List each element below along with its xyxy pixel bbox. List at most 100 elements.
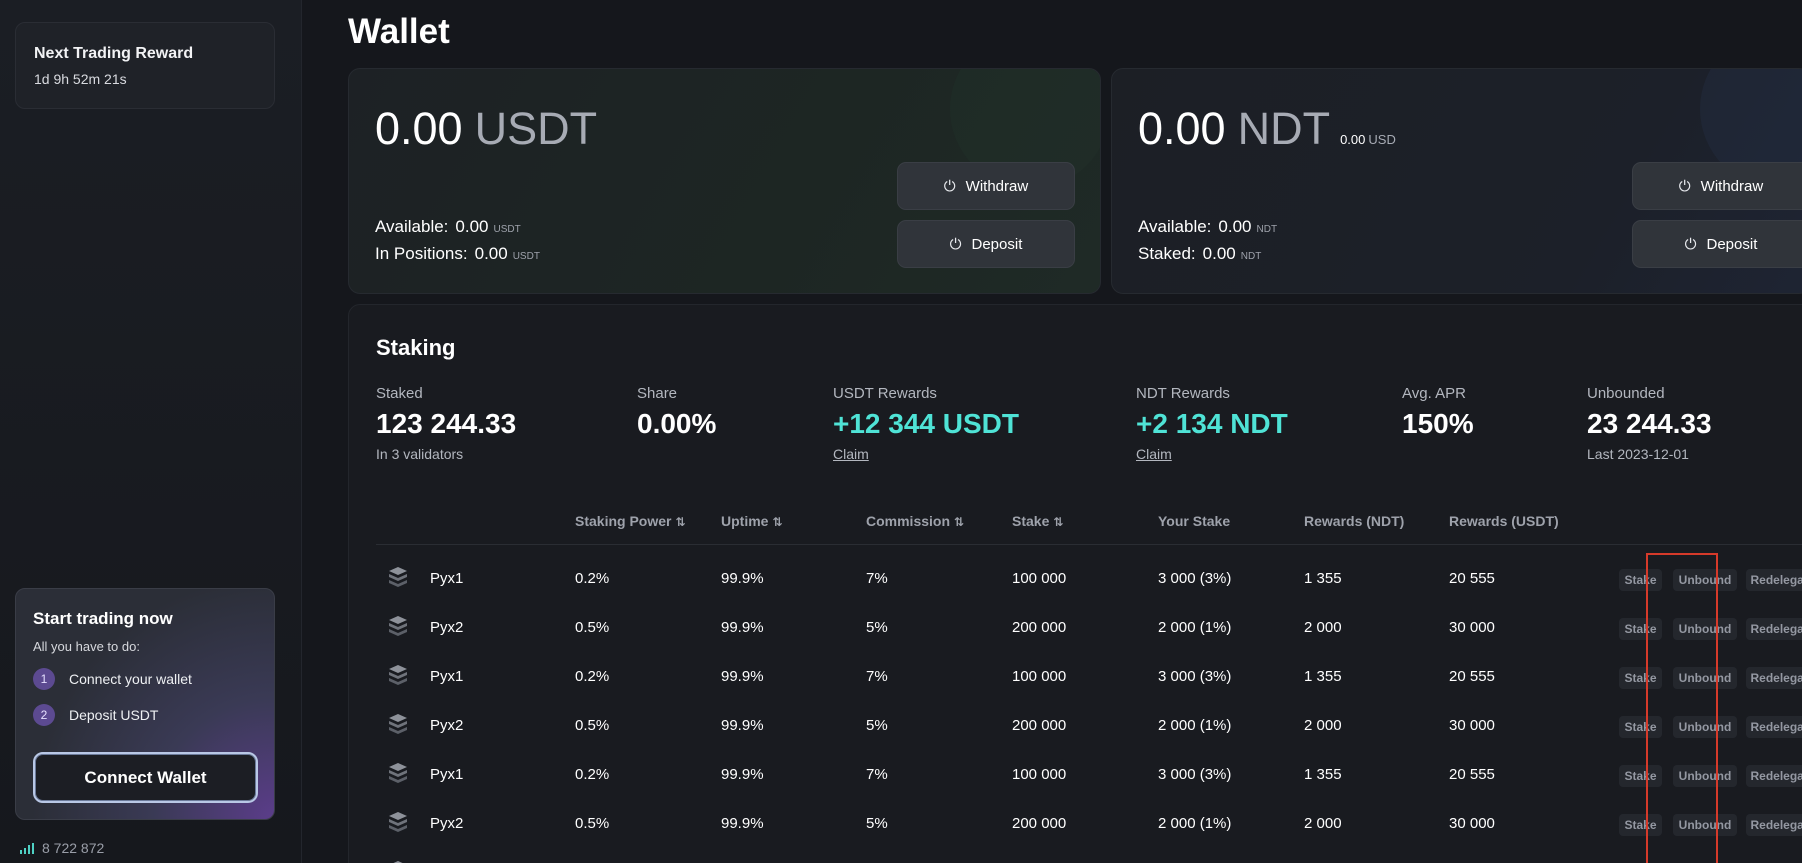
table-row: Pyx1 0.2% 99.9% 7% 100 000 3 000 (3%) 1 … (376, 849, 1802, 863)
ndt-usd-unit: USD (1368, 132, 1396, 147)
uptime-cell: 99.9% (721, 717, 764, 734)
ndt-withdraw-button[interactable]: ⏻ Withdraw (1632, 162, 1802, 210)
rewards-ndt-cell: 2 000 (1304, 619, 1342, 636)
stat-label: NDT Rewards (1136, 385, 1230, 402)
ndt-available-line: Available: 0.00 NDT (1138, 217, 1277, 237)
rewards-usdt-cell: 30 000 (1449, 619, 1495, 636)
block-height-indicator: 8 722 872 (20, 840, 104, 856)
sort-icon: ⇅ (772, 515, 783, 529)
stat-value: 123 244.33 (376, 408, 517, 439)
rewards-ndt-cell: 1 355 (1304, 668, 1342, 685)
stat-staked: Staked 123 244.33 In 3 validators (376, 385, 516, 462)
unbound-button[interactable]: Unbound (1673, 667, 1737, 689)
stat-label: Staked (376, 385, 423, 402)
unbound-button[interactable]: Unbound (1673, 716, 1737, 738)
stake-button[interactable]: Stake (1619, 667, 1662, 689)
stake-button[interactable]: Stake (1619, 569, 1662, 591)
available-label: Available: (375, 217, 449, 236)
usdt-deposit-button[interactable]: ⏻ Deposit (897, 220, 1075, 268)
redelegate-button[interactable]: Redelegate (1746, 667, 1802, 689)
stake-button[interactable]: Stake (1619, 814, 1662, 836)
stat-value: +12 344 USDT (833, 408, 1019, 439)
unbound-button[interactable]: Unbound (1673, 765, 1737, 787)
stat-value: +2 134 NDT (1136, 408, 1288, 439)
staked-label: Staked: (1138, 244, 1196, 263)
your-stake-cell: 3 000 (3%) (1158, 668, 1232, 685)
column-label: Uptime (721, 513, 769, 529)
staking-power-cell: 0.5% (575, 619, 610, 636)
claim-ndt-link[interactable]: Claim (1136, 446, 1288, 462)
stat-value: 0.00% (637, 408, 717, 439)
stake-button[interactable]: Stake (1619, 765, 1662, 787)
validator-name: Pyx2 (430, 717, 464, 734)
step-connect-wallet: 1 Connect your wallet (33, 668, 257, 690)
rewards-usdt-cell: 20 555 (1449, 766, 1495, 783)
redelegate-button[interactable]: Redelegate (1746, 569, 1802, 591)
column-header-staking-power[interactable]: Staking Power ⇅ (575, 513, 686, 529)
redelegate-button[interactable]: Redelegate (1746, 618, 1802, 640)
staking-power-cell: 0.2% (575, 570, 610, 587)
rewards-ndt-cell: 2 000 (1304, 717, 1342, 734)
column-header-uptime[interactable]: Uptime ⇅ (721, 513, 783, 529)
table-row: Pyx2 0.5% 99.9% 5% 200 000 2 000 (1%) 2 … (376, 604, 1802, 653)
redelegate-button[interactable]: Redelegate (1746, 814, 1802, 836)
staking-power-cell: 0.5% (575, 815, 610, 832)
ndt-deposit-button[interactable]: ⏻ Deposit (1632, 220, 1802, 268)
commission-cell: 7% (866, 766, 888, 783)
start-trading-title: Start trading now (33, 609, 173, 628)
table-row: Pyx1 0.2% 99.9% 7% 100 000 3 000 (3%) 1 … (376, 653, 1802, 702)
stat-unbounded: Unbounded 23 244.33 Last 2023-12-01 (1587, 385, 1712, 462)
your-stake-cell: 2 000 (1%) (1158, 717, 1232, 734)
usdt-unit: USDT (474, 103, 598, 154)
stake-button[interactable]: Stake (1619, 618, 1662, 640)
table-row: Pyx1 0.2% 99.9% 7% 100 000 3 000 (3%) 1 … (376, 555, 1802, 604)
unbound-button[interactable]: Unbound (1673, 618, 1737, 640)
usdt-withdraw-button[interactable]: ⏻ Withdraw (897, 162, 1075, 210)
ndt-unit: NDT (1237, 103, 1331, 154)
stat-ndt-rewards: NDT Rewards +2 134 NDT Claim (1136, 385, 1288, 462)
stake-cell: 100 000 (1012, 766, 1067, 783)
staked-value: 0.00 (1202, 244, 1236, 263)
staking-power-cell: 0.5% (575, 717, 610, 734)
rewards-ndt-cell: 1 355 (1304, 570, 1342, 587)
sort-icon: ⇅ (954, 515, 965, 529)
staked-unit: NDT (1240, 251, 1262, 262)
trading-reward-card: Next Trading Reward 1d 9h 52m 21s (15, 22, 275, 109)
stat-share: Share 0.00% (637, 385, 716, 440)
available-label: Available: (1138, 217, 1212, 236)
stake-cell: 200 000 (1012, 815, 1067, 832)
commission-cell: 5% (866, 619, 888, 636)
commission-cell: 7% (866, 570, 888, 587)
redelegate-button[interactable]: Redelegate (1746, 765, 1802, 787)
redelegate-button[interactable]: Redelegate (1746, 716, 1802, 738)
column-header-commission[interactable]: Commission ⇅ (866, 513, 964, 529)
ndt-usd-amount: 0.00 (1340, 132, 1366, 147)
unbound-button[interactable]: Unbound (1673, 814, 1737, 836)
stat-label: Share (637, 385, 678, 402)
unbound-button[interactable]: Unbound (1673, 569, 1737, 591)
column-header-stake[interactable]: Stake ⇅ (1012, 513, 1063, 529)
ndt-amount: 0.00 (1138, 103, 1226, 154)
sidebar: Next Trading Reward 1d 9h 52m 21s Start … (0, 0, 302, 863)
uptime-cell: 99.9% (721, 766, 764, 783)
stake-cell: 100 000 (1012, 668, 1067, 685)
claim-usdt-link[interactable]: Claim (833, 446, 1019, 462)
your-stake-cell: 3 000 (3%) (1158, 570, 1232, 587)
stat-avg-apr: Avg. APR 150% (1402, 385, 1474, 440)
your-stake-cell: 2 000 (1%) (1158, 619, 1232, 636)
uptime-cell: 99.9% (721, 619, 764, 636)
in-positions-unit: USDT (512, 251, 540, 262)
in-positions-label: In Positions: (375, 244, 468, 263)
in-positions-value: 0.00 (474, 244, 508, 263)
start-trading-subtitle: All you have to do: (33, 639, 140, 654)
stake-button[interactable]: Stake (1619, 716, 1662, 738)
step-label: Connect your wallet (69, 671, 192, 687)
staking-power-cell: 0.2% (575, 668, 610, 685)
connect-wallet-button[interactable]: Connect Wallet (33, 752, 258, 803)
step-label: Deposit USDT (69, 707, 159, 723)
power-icon: ⏻ (1678, 177, 1691, 195)
stake-cell: 200 000 (1012, 717, 1067, 734)
ndt-staked-line: Staked: 0.00 NDT (1138, 244, 1261, 264)
your-stake-cell: 2 000 (1%) (1158, 815, 1232, 832)
stat-sub: Last 2023-12-01 (1587, 446, 1689, 462)
